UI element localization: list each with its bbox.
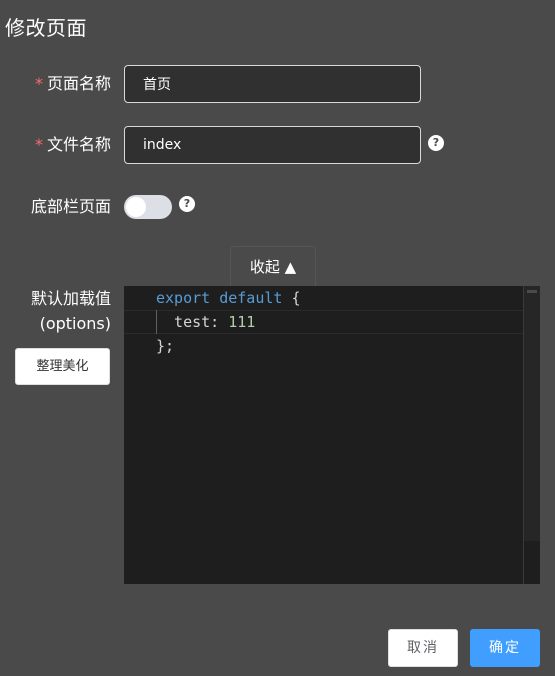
scrollbar-thumb[interactable] (524, 286, 540, 541)
default-data-label-line2: (options) (39, 314, 111, 333)
code-key: test: (156, 313, 229, 331)
format-code-button[interactable]: 整理美化 (15, 348, 110, 385)
toggle-knob (126, 197, 146, 217)
default-data-label-line1: 默认加载值 (30, 289, 111, 308)
code-editor[interactable]: export default { test: 111 }; (124, 286, 540, 584)
required-mark: * (34, 74, 43, 93)
scrollbar-marker (527, 290, 537, 293)
code-brace: { (282, 289, 301, 307)
dialog-title: 修改页面 (5, 16, 87, 40)
code-line-3: }; (156, 337, 175, 355)
question-circle-icon[interactable]: ? (428, 135, 444, 151)
code-line-1: export default { (156, 286, 301, 310)
footer-page-toggle[interactable] (124, 195, 172, 219)
file-name-input[interactable] (124, 126, 421, 164)
cancel-button[interactable]: 取消 (388, 629, 458, 667)
footer-page-label: 底部栏页面 (30, 197, 111, 216)
question-circle-icon[interactable]: ? (179, 196, 195, 212)
required-mark: * (34, 135, 43, 154)
editor-scrollbar[interactable] (523, 286, 540, 584)
page-name-input[interactable] (124, 65, 421, 103)
file-name-row: *文件名称 ? (0, 126, 555, 166)
file-name-label: * 文件名称 (35, 126, 111, 164)
default-data-label: 默认加载值 (options) (31, 286, 111, 336)
page-name-label: * 页面名称 (35, 65, 111, 103)
code-line-2: test: 111 (156, 310, 255, 334)
collapse-toggle[interactable]: 收起 ▲ (230, 246, 316, 287)
page-name-row: * 页面名称 (0, 65, 555, 105)
confirm-button[interactable]: 确定 (470, 629, 540, 667)
code-keyword: export default (156, 289, 283, 307)
page-name-label-text: 页面名称 (46, 74, 111, 93)
code-number: 111 (228, 313, 256, 331)
file-name-label-text: 文件名称 (46, 135, 111, 154)
